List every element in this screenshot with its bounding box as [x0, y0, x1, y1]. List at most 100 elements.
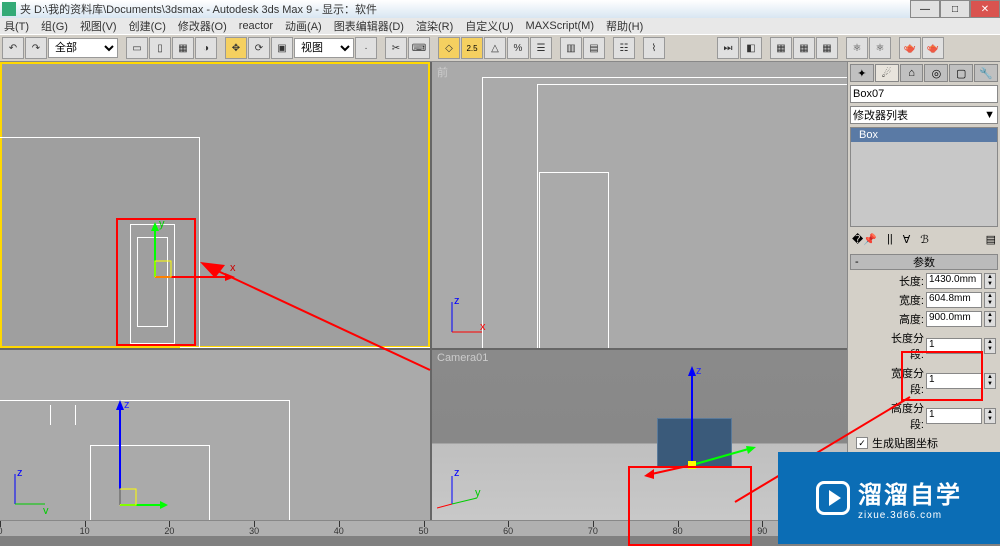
maximize-button[interactable]: □	[940, 0, 970, 18]
show-end-icon[interactable]: ||	[887, 233, 893, 245]
schematic-button[interactable]: ▦	[770, 37, 792, 59]
close-button[interactable]: ✕	[970, 0, 1000, 18]
quick-render-button[interactable]: ⚛	[869, 37, 891, 59]
watermark-url: zixue.3d66.com	[858, 510, 962, 521]
modifier-list-dropdown[interactable]: 修改器列表▼	[850, 106, 998, 124]
axis-tripod-icon: z y	[437, 464, 487, 514]
align-button[interactable]: ▤	[583, 37, 605, 59]
spinner-snap-button[interactable]: %	[507, 37, 529, 59]
svg-text:z: z	[454, 295, 460, 307]
menu-bar: 具(T) 组(G) 视图(V) 创建(C) 修改器(O) reactor 动画(…	[0, 18, 1000, 34]
svg-text:y: y	[159, 218, 165, 230]
time-slider-ruler[interactable]: 0102030405060708090100	[0, 520, 847, 536]
lsegs-label: 长度分段:	[878, 330, 924, 362]
gen-mapcoords-checkbox[interactable]: ✓生成贴图坐标	[850, 435, 998, 451]
hsegs-spinner[interactable]: ▲▼	[984, 408, 996, 424]
width-input[interactable]: 604.8mm	[926, 292, 982, 308]
display-tab[interactable]: ▢	[949, 64, 973, 82]
window-buttons: — □ ✕	[910, 0, 1000, 18]
svg-text:x: x	[480, 321, 486, 333]
pivot-button[interactable]: ·	[355, 37, 377, 59]
move-button[interactable]: ✥	[225, 37, 247, 59]
watermark: 溜溜自学 zixue.3d66.com	[778, 452, 1000, 544]
select-manipulate-button[interactable]: ✂	[385, 37, 407, 59]
motion-tab[interactable]: ◎	[924, 64, 948, 82]
height-spinner[interactable]: ▲▼	[984, 311, 996, 327]
menu-grapheditors[interactable]: 图表编辑器(D)	[334, 18, 404, 34]
stack-item[interactable]: Box	[851, 128, 997, 142]
layers-button[interactable]: ☷	[613, 37, 635, 59]
eraser-button[interactable]: ◧	[740, 37, 762, 59]
width-label: 宽度:	[878, 292, 924, 308]
teapot1-button[interactable]: 🫖	[899, 37, 921, 59]
move-gizmo-icon: y x	[135, 217, 255, 297]
play-icon	[816, 481, 850, 515]
wsegs-spinner[interactable]: ▲▼	[984, 373, 996, 389]
wsegs-input[interactable]: 1	[926, 373, 982, 389]
configure-sets-icon[interactable]: ▤	[986, 233, 996, 246]
pin-stack-icon[interactable]: �📌	[852, 233, 877, 246]
edit-named-button[interactable]: ☰	[530, 37, 552, 59]
hierarchy-tab[interactable]: ⌂	[900, 64, 924, 82]
width-spinner[interactable]: ▲▼	[984, 292, 996, 308]
refcoord-dropdown[interactable]: 视图	[294, 38, 354, 58]
snap-toggle-button[interactable]: ◇	[438, 37, 460, 59]
svg-text:y: y	[43, 505, 49, 514]
viewport-front[interactable]: 前 z x	[432, 62, 847, 348]
menu-reactor[interactable]: reactor	[239, 20, 273, 32]
redo-button[interactable]: ↷	[25, 37, 47, 59]
modify-tab[interactable]: ☄	[875, 64, 899, 82]
object-name-input[interactable]	[850, 85, 998, 103]
keyboard-button[interactable]: ⌨	[408, 37, 430, 59]
lsegs-spinner[interactable]: ▲▼	[984, 338, 996, 354]
select-button[interactable]: ▭	[126, 37, 148, 59]
menu-animation[interactable]: 动画(A)	[285, 18, 322, 34]
scale-button[interactable]: ▣	[271, 37, 293, 59]
select-region-button[interactable]: ▦	[172, 37, 194, 59]
main-toolbar: ↶ ↷ 全部 ▭ ▯ ▦ ◑ ✥ ⟳ ▣ 视图 · ✂ ⌨ ◇ 2.5 △ % …	[0, 34, 1000, 62]
utilities-tab[interactable]: 🔧	[974, 64, 998, 82]
rollout-title: 参数	[913, 254, 935, 270]
viewport-label: Camera01	[437, 352, 488, 364]
hsegs-input[interactable]: 1	[926, 408, 982, 424]
menu-tools[interactable]: 具(T)	[4, 18, 29, 34]
window-crossing-button[interactable]: ◑	[195, 37, 217, 59]
menu-create[interactable]: 创建(C)	[129, 18, 166, 34]
curve-editor-button[interactable]: ⌇	[643, 37, 665, 59]
menu-modifiers[interactable]: 修改器(O)	[178, 18, 227, 34]
mirror-button[interactable]: ▥	[560, 37, 582, 59]
select-object-button[interactable]: ▯	[149, 37, 171, 59]
minimize-button[interactable]: —	[910, 0, 940, 18]
teapot2-button[interactable]: 🫖	[922, 37, 944, 59]
menu-rendering[interactable]: 渲染(R)	[416, 18, 453, 34]
selection-set-dropdown[interactable]: 全部	[48, 38, 118, 58]
next-button[interactable]: ⏭	[717, 37, 739, 59]
create-tab[interactable]: ✦	[850, 64, 874, 82]
menu-views[interactable]: 视图(V)	[80, 18, 117, 34]
rotate-button[interactable]: ⟳	[248, 37, 270, 59]
modifier-stack[interactable]: Box	[850, 127, 998, 227]
app-icon	[2, 2, 16, 16]
lsegs-input[interactable]: 1	[926, 338, 982, 354]
height-label: 高度:	[878, 311, 924, 327]
viewport-top[interactable]: y x	[0, 62, 430, 348]
percent-snap-button[interactable]: △	[484, 37, 506, 59]
material-editor-button[interactable]: ▦	[793, 37, 815, 59]
length-spinner[interactable]: ▲▼	[984, 273, 996, 289]
menu-help[interactable]: 帮助(H)	[606, 18, 643, 34]
params-rollout-header[interactable]: -参数	[850, 254, 998, 270]
height-input[interactable]: 900.0mm	[926, 311, 982, 327]
menu-group[interactable]: 组(G)	[41, 18, 68, 34]
angle-snap-button[interactable]: 2.5	[461, 37, 483, 59]
remove-mod-icon[interactable]: ℬ	[920, 233, 929, 246]
menu-maxscript[interactable]: MAXScript(M)	[526, 20, 594, 32]
render-scene-button[interactable]: ▦	[816, 37, 838, 59]
length-input[interactable]: 1430.0mm	[926, 273, 982, 289]
move-gizmo-icon: z	[90, 390, 170, 510]
undo-button[interactable]: ↶	[2, 37, 24, 59]
title-bar: 夹 D:\我的资料库\Documents\3dsmax - Autodesk 3…	[0, 0, 1000, 18]
make-unique-icon[interactable]: ∀	[903, 233, 911, 246]
render-type-button[interactable]: ⚛	[846, 37, 868, 59]
menu-customize[interactable]: 自定义(U)	[465, 18, 513, 34]
viewport-left[interactable]: z z y	[0, 350, 430, 520]
